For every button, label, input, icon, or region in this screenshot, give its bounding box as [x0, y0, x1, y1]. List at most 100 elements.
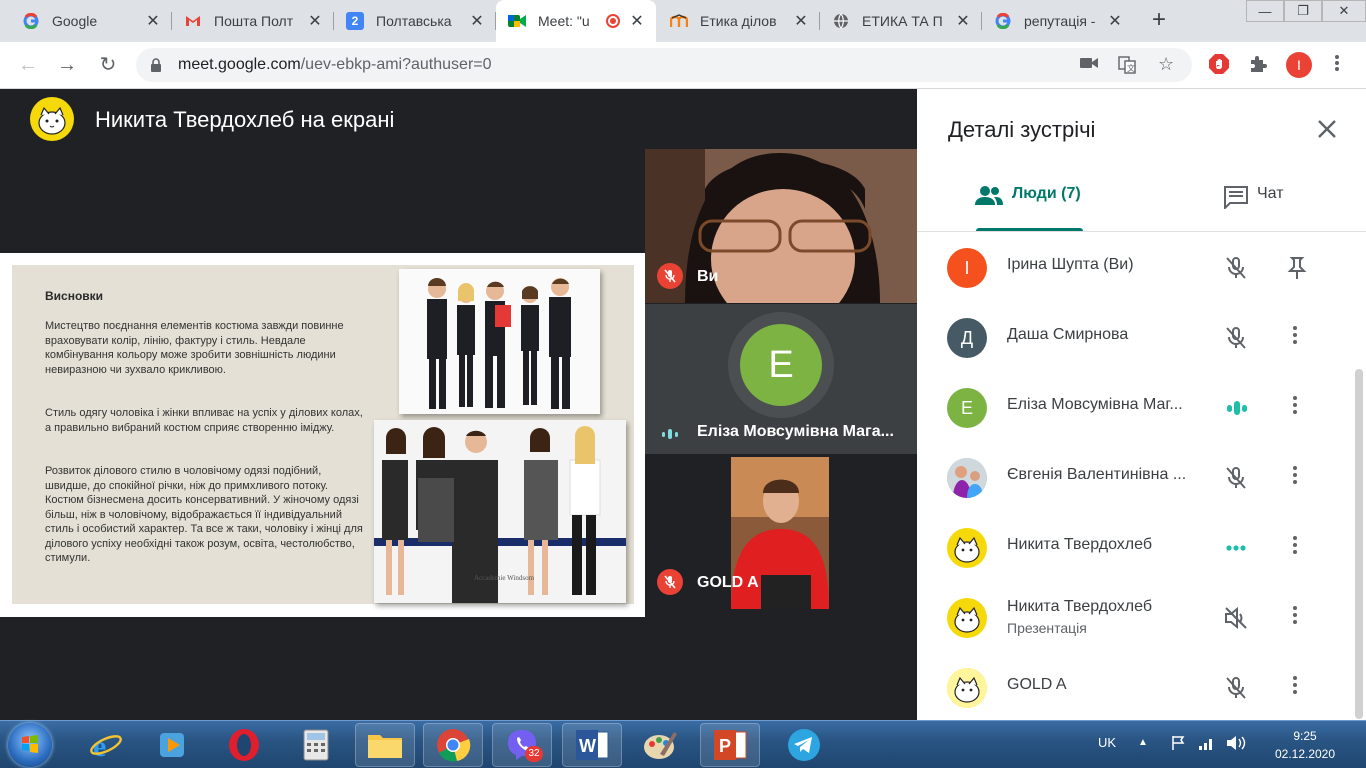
recording-icon: [606, 14, 620, 28]
tray-expand-icon[interactable]: ▲: [1138, 737, 1148, 748]
meeting-details-panel: Деталі зустрічі Люди (7) Чат I Ірина Шуп…: [917, 89, 1366, 720]
mic-off-icon: [1226, 327, 1246, 349]
tab-chat[interactable]: Чат: [1223, 185, 1284, 231]
participant-avatar: [947, 668, 987, 708]
participant-row[interactable]: Никита Твердохлеб Презентація: [917, 582, 1366, 652]
bookmark-star-icon[interactable]: ☆: [1158, 54, 1174, 75]
close-tab-icon[interactable]: ✕: [1106, 11, 1124, 31]
reload-button[interactable]: ↻: [94, 52, 122, 80]
url-path: /uev-ebkp-ami?authuser=0: [300, 56, 492, 73]
participant-name: Євгенія Валентинівна ...: [1007, 466, 1187, 483]
participant-avatar: Е: [947, 388, 987, 428]
more-options-icon[interactable]: [1293, 396, 1299, 417]
more-options-icon[interactable]: [1293, 536, 1299, 557]
participant-name: Ірина Шупта (Ви): [1007, 256, 1134, 273]
calculator-taskbar-icon[interactable]: [286, 723, 346, 767]
pin-icon[interactable]: [1284, 255, 1310, 281]
telegram-taskbar-icon[interactable]: [774, 723, 834, 767]
language-indicator[interactable]: UK: [1098, 735, 1116, 750]
word-taskbar-icon[interactable]: W: [562, 723, 622, 767]
translate-icon[interactable]: 文: [1118, 56, 1136, 79]
participant-row[interactable]: Никита Твердохлеб: [917, 512, 1366, 582]
slide-paragraph: Розвиток ділового стилю в чоловічому одя…: [45, 465, 363, 564]
network-icon[interactable]: [1198, 735, 1216, 754]
participant-subtitle: Презентація: [1007, 620, 1087, 636]
participant-row[interactable]: Д Даша Смирнова: [917, 302, 1366, 372]
start-button[interactable]: [8, 723, 52, 767]
more-options-icon[interactable]: [1293, 466, 1299, 487]
participant-row[interactable]: Е Еліза Мовсумівна Маг...: [917, 372, 1366, 442]
powerpoint-taskbar-icon[interactable]: P: [700, 723, 760, 767]
lock-icon: [151, 58, 161, 72]
clock-time: 9:25: [1293, 729, 1317, 743]
video-tile-gold[interactable]: GOLD A: [645, 455, 917, 609]
tab-meet[interactable]: Meet: "u ✕: [496, 0, 656, 42]
connecting-dots-icon: [1226, 545, 1246, 551]
panel-title: Деталі зустрічі: [948, 117, 1096, 142]
panel-scrollbar[interactable]: [1355, 369, 1363, 719]
close-tab-icon[interactable]: ✕: [144, 11, 162, 31]
tab-google-search[interactable]: репутація - ✕: [982, 0, 1134, 42]
back-button[interactable]: ←: [14, 52, 42, 80]
tab-calendar[interactable]: 2 Полтавська ✕: [334, 0, 496, 42]
sound-off-icon: [1225, 606, 1247, 630]
camera-icon[interactable]: [1080, 56, 1098, 74]
more-options-icon[interactable]: [1293, 676, 1299, 697]
slide-heading: Висновки: [45, 289, 104, 303]
system-clock[interactable]: 9:25 02.12.2020: [1270, 727, 1340, 763]
participant-name: Никита Твердохлеб: [1007, 536, 1153, 553]
google-icon: [994, 12, 1012, 30]
participant-row[interactable]: Євгенія Валентинівна ...: [917, 442, 1366, 512]
tab-google[interactable]: Google ✕: [10, 0, 172, 42]
video-tile-self[interactable]: Ви: [645, 149, 917, 303]
url-host: meet.google.com: [178, 56, 301, 73]
profile-avatar[interactable]: I: [1286, 52, 1312, 78]
tab-title: Meet: "u: [538, 13, 590, 29]
browser-menu-icon[interactable]: [1334, 54, 1340, 77]
clock-date: 02.12.2020: [1274, 747, 1336, 761]
extensions-icon[interactable]: [1248, 54, 1268, 79]
tab-title: Полтавська: [376, 13, 452, 29]
participant-row[interactable]: GOLD A: [917, 652, 1366, 722]
close-tab-icon[interactable]: ✕: [792, 11, 810, 31]
adblock-icon[interactable]: [1208, 53, 1230, 80]
close-tab-icon[interactable]: ✕: [954, 11, 972, 31]
participant-avatar: I: [947, 248, 987, 288]
media-player-taskbar-icon[interactable]: [142, 723, 202, 767]
ie-taskbar-icon[interactable]: e: [76, 723, 136, 767]
address-bar[interactable]: meet.google.com/uev-ebkp-ami?authuser=0 …: [136, 48, 1192, 82]
tab-title: Google: [52, 13, 98, 29]
action-center-flag-icon[interactable]: [1170, 735, 1186, 754]
participant-row[interactable]: I Ірина Шупта (Ви): [917, 232, 1366, 302]
more-options-icon[interactable]: [1293, 606, 1299, 627]
tab-people[interactable]: Люди (7): [974, 185, 1081, 231]
close-tab-icon[interactable]: ✕: [628, 11, 646, 31]
tab-moodle[interactable]: Етика ділов ✕: [658, 0, 820, 42]
explorer-taskbar-icon[interactable]: [355, 723, 415, 767]
slide-paragraph: Стиль одягу чоловіка і жінки впливає на …: [45, 407, 363, 434]
meet-icon: [508, 12, 526, 30]
close-window-button[interactable]: ✕: [1322, 0, 1366, 22]
viber-taskbar-icon[interactable]: 32: [492, 723, 552, 767]
restore-button[interactable]: ❐: [1284, 0, 1322, 22]
volume-icon[interactable]: [1226, 735, 1246, 754]
chat-icon: [1224, 186, 1248, 209]
mic-off-icon: [657, 569, 683, 595]
close-tab-icon[interactable]: ✕: [468, 11, 486, 31]
new-tab-button[interactable]: +: [1152, 8, 1166, 32]
participant-avatar: [947, 528, 987, 568]
paint-taskbar-icon[interactable]: [630, 723, 690, 767]
tab-gmail[interactable]: Пошта Полт ✕: [172, 0, 334, 42]
speaking-indicator-icon: [662, 429, 678, 439]
minimize-button[interactable]: —: [1246, 0, 1284, 22]
slide-paragraph: Мистецтво поєднання елементів костюма за…: [45, 320, 344, 376]
forward-button[interactable]: →: [53, 52, 81, 80]
close-tab-icon[interactable]: ✕: [306, 11, 324, 31]
close-panel-icon[interactable]: [1313, 115, 1341, 143]
chrome-taskbar-icon[interactable]: [423, 723, 483, 767]
tab-title: Пошта Полт: [214, 13, 294, 29]
tab-globe[interactable]: ЕТИКА ТА П ✕: [820, 0, 982, 42]
more-options-icon[interactable]: [1293, 326, 1299, 347]
opera-taskbar-icon[interactable]: [214, 723, 274, 767]
business-people-photo: [399, 269, 600, 414]
